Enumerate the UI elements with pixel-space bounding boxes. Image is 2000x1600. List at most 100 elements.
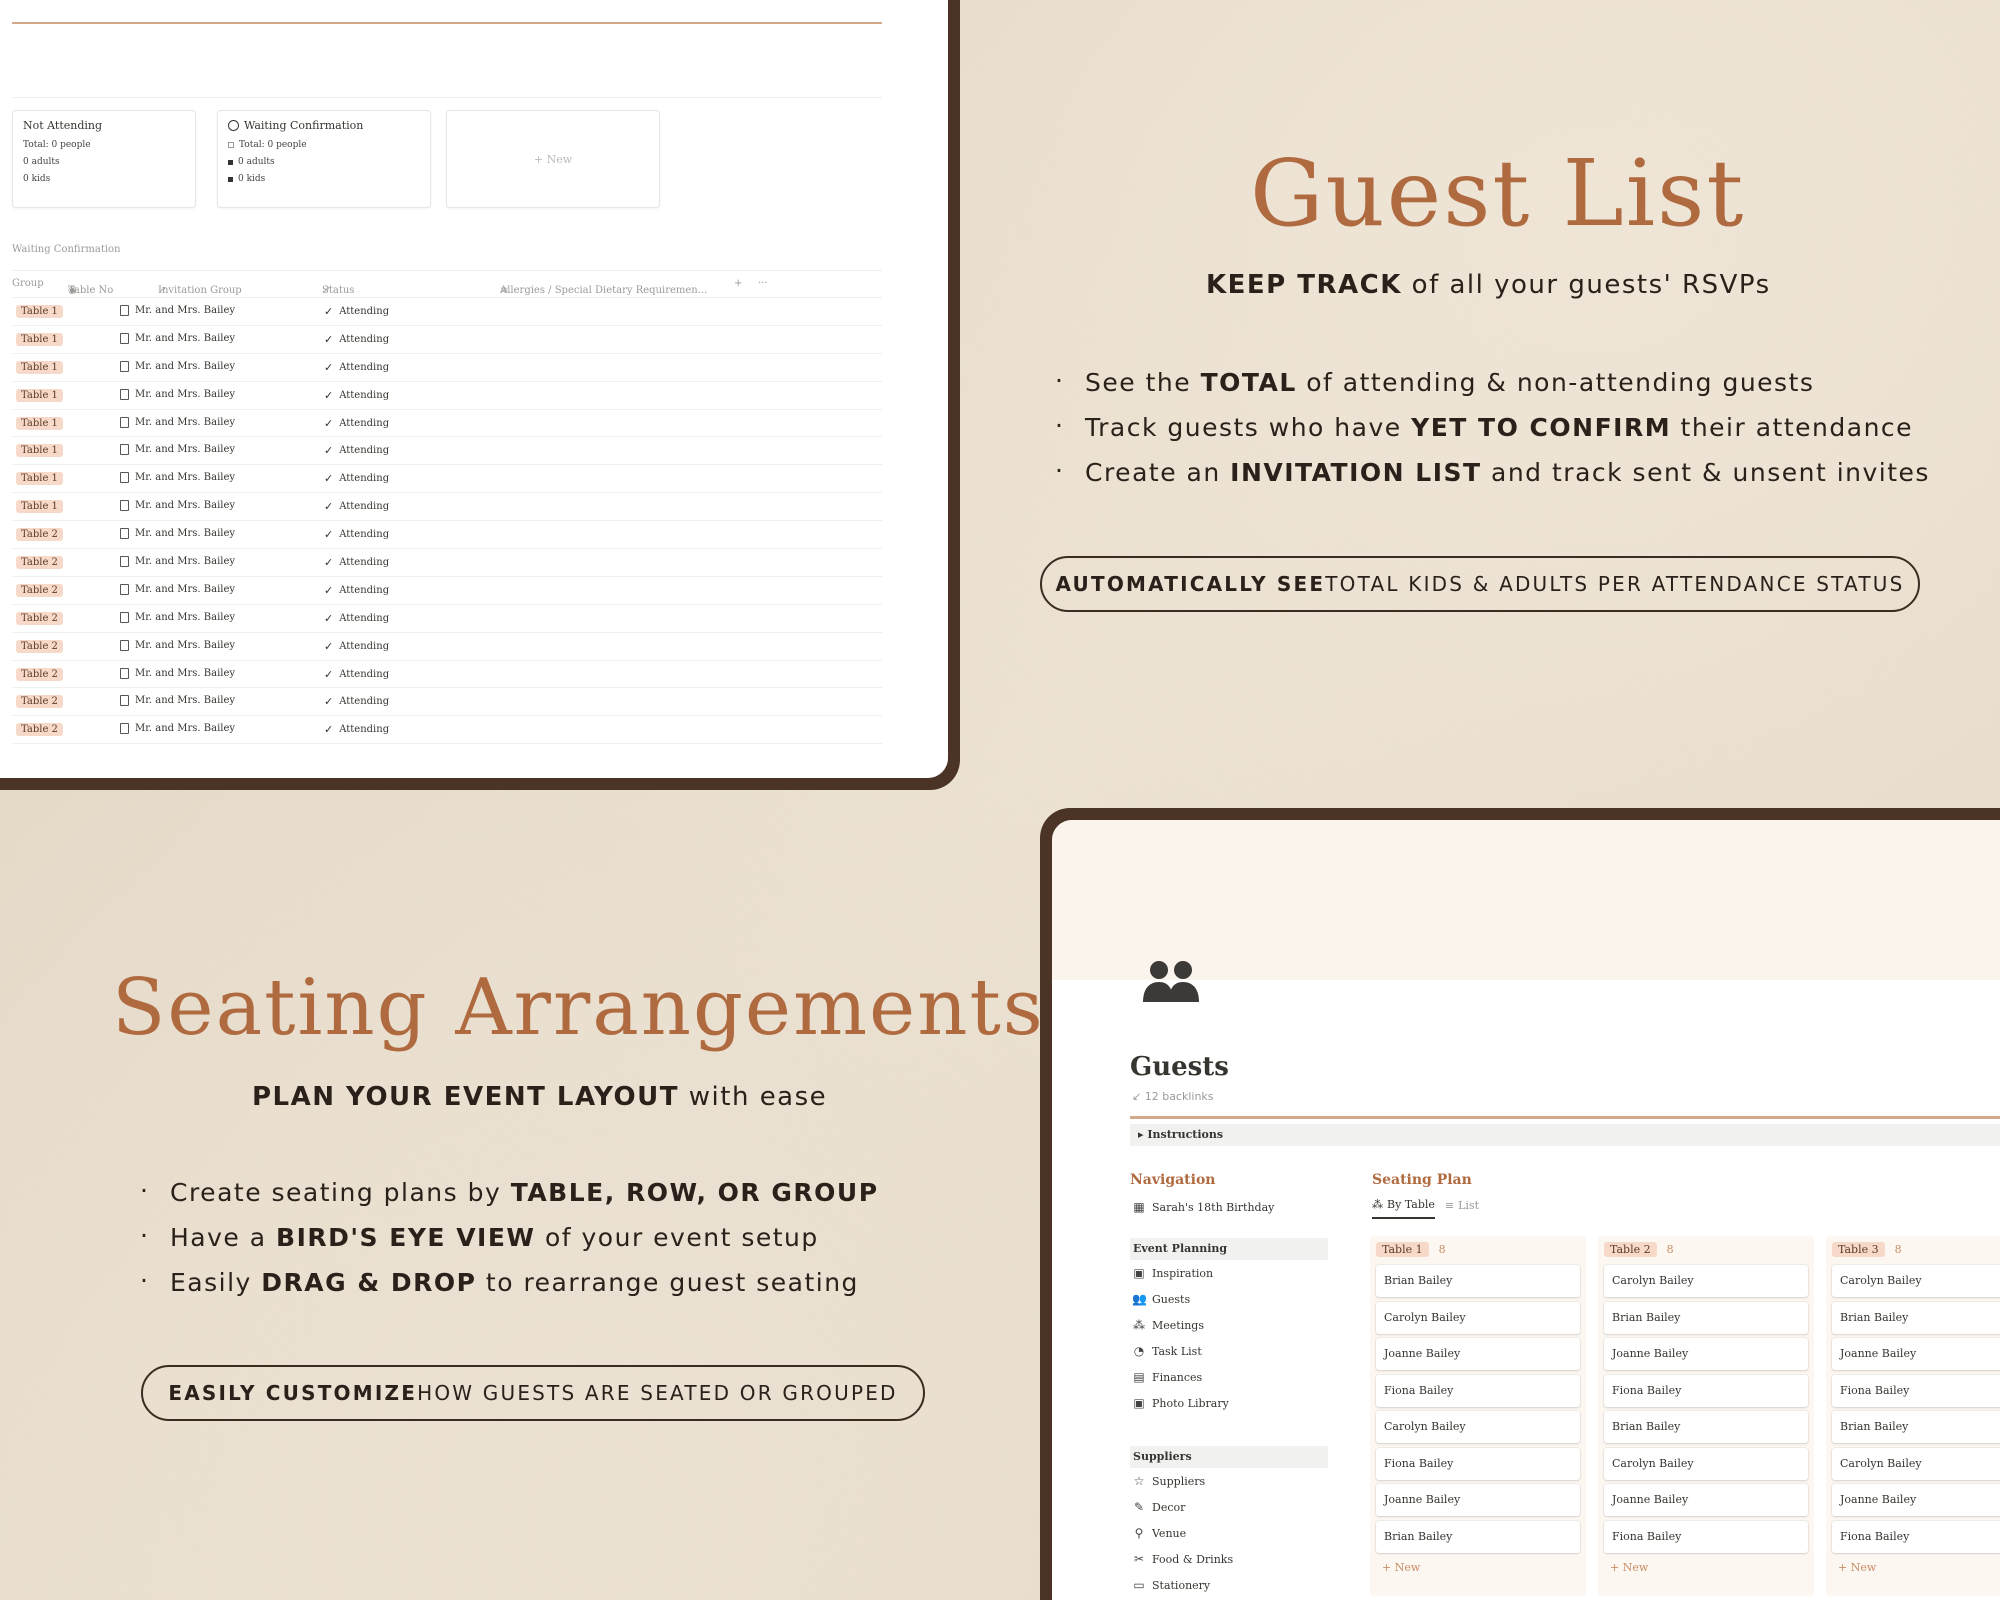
nav-item-guests[interactable]: 👥 Guests	[1132, 1292, 1190, 1306]
table-row[interactable]: Table 2 Mr. and Mrs. Bailey ✓ Attending	[12, 549, 882, 577]
nav-item-meetings[interactable]: ⁂ Meetings	[1132, 1318, 1204, 1332]
status-cell[interactable]: ✓ Attending	[324, 417, 389, 430]
guest-card[interactable]: Carolyn Bailey	[1376, 1411, 1580, 1443]
status-cell[interactable]: ✓ Attending	[324, 333, 389, 346]
status-cell[interactable]: ✓ Attending	[324, 668, 389, 681]
guest-card[interactable]: Joanne Bailey	[1376, 1338, 1580, 1370]
invitation-cell[interactable]: Mr. and Mrs. Bailey	[120, 611, 235, 623]
invitation-cell[interactable]: Mr. and Mrs. Bailey	[120, 444, 235, 456]
nav-item-venue[interactable]: ⚲ Venue	[1132, 1526, 1187, 1540]
card-not-attending[interactable]: Not Attending Total: 0 people 0 adults 0…	[12, 110, 196, 208]
add-guest-button[interactable]: + New	[1604, 1557, 1808, 1578]
guest-card[interactable]: Joanne Bailey	[1832, 1338, 2000, 1370]
new-card-button[interactable]: + New	[446, 110, 660, 208]
guest-card[interactable]: Joanne Bailey	[1604, 1338, 1808, 1370]
table-no-cell[interactable]: Table 1	[16, 444, 63, 458]
table-no-cell[interactable]: Table 1	[16, 305, 63, 318]
guest-card[interactable]: Carolyn Bailey	[1832, 1265, 2000, 1297]
invitation-cell[interactable]: Mr. and Mrs. Bailey	[120, 556, 235, 568]
table-row[interactable]: Table 1 Mr. and Mrs. Bailey ✓ Attending	[12, 326, 882, 354]
card-waiting-confirmation[interactable]: Waiting Confirmation Total: 0 people 0 a…	[217, 110, 431, 208]
table-row[interactable]: Table 1 Mr. and Mrs. Bailey ✓ Attending	[12, 437, 882, 466]
add-guest-button[interactable]: + New	[1832, 1557, 2000, 1578]
table-no-cell[interactable]: Table 2	[16, 639, 63, 653]
table-row[interactable]: Table 2 Mr. and Mrs. Bailey ✓ Attending	[12, 633, 882, 661]
add-column-button[interactable]: +	[734, 278, 742, 289]
status-cell[interactable]: ✓ Attending	[324, 556, 389, 569]
invitation-cell[interactable]: Mr. and Mrs. Bailey	[120, 500, 235, 512]
instructions-toggle[interactable]: ▸ Instructions	[1130, 1124, 2000, 1146]
nav-item-photo-library[interactable]: ▣ Photo Library	[1132, 1396, 1228, 1410]
status-cell[interactable]: ✓ Attending	[324, 528, 389, 541]
table-no-cell[interactable]: Table 2	[16, 667, 63, 681]
guest-card[interactable]: Brian Bailey	[1376, 1520, 1580, 1553]
status-cell[interactable]: ✓ Attending	[324, 361, 389, 374]
status-cell[interactable]: ✓ Attending	[324, 584, 389, 597]
invitation-cell[interactable]: Mr. and Mrs. Bailey	[120, 416, 235, 428]
guest-card[interactable]: Fiona Bailey	[1832, 1520, 2000, 1553]
invitation-cell[interactable]: Mr. and Mrs. Bailey	[120, 388, 235, 400]
table-no-cell[interactable]: Table 2	[16, 528, 63, 542]
status-cell[interactable]: ✓ Attending	[324, 640, 389, 653]
invitation-cell[interactable]: Mr. and Mrs. Bailey	[120, 723, 235, 735]
table-no-cell[interactable]: Table 1	[16, 388, 63, 402]
table-row[interactable]: Table 1 Mr. and Mrs. Bailey ✓ Attending	[12, 493, 882, 522]
table-row[interactable]: Table 1 Mr. and Mrs. Bailey ✓ Attending	[12, 298, 882, 326]
table-row[interactable]: Table 2 Mr. and Mrs. Bailey ✓ Attending	[12, 661, 882, 689]
nav-item-suppliers[interactable]: ☆ Suppliers	[1132, 1474, 1206, 1488]
table-row[interactable]: Table 1 Mr. and Mrs. Bailey ✓ Attending	[12, 354, 882, 382]
table-no-cell[interactable]: Table 1	[16, 416, 63, 430]
tab-list[interactable]: ≡ List	[1445, 1198, 1479, 1219]
invitation-cell[interactable]: Mr. and Mrs. Bailey	[120, 305, 235, 316]
column-header[interactable]: Table 1 8	[1376, 1242, 1580, 1257]
status-cell[interactable]: ✓ Attending	[324, 444, 389, 457]
nav-link-event[interactable]: ▦ Sarah's 18th Birthday	[1132, 1200, 1274, 1214]
nav-item-task-list[interactable]: ◔ Task List	[1132, 1344, 1202, 1358]
invitation-cell[interactable]: Mr. and Mrs. Bailey	[120, 332, 235, 344]
backlinks-link[interactable]: ↙ 12 backlinks	[1132, 1090, 1214, 1103]
status-cell[interactable]: ✓ Attending	[324, 695, 389, 708]
status-cell[interactable]: ✓ Attending	[324, 305, 389, 318]
guest-card[interactable]: Brian Bailey	[1832, 1301, 2000, 1334]
invitation-cell[interactable]: Mr. and Mrs. Bailey	[120, 528, 235, 540]
add-guest-button[interactable]: + New	[1376, 1557, 1580, 1578]
status-cell[interactable]: ✓ Attending	[324, 472, 389, 485]
table-row[interactable]: Table 2 Mr. and Mrs. Bailey ✓ Attending	[12, 688, 882, 717]
invitation-cell[interactable]: Mr. and Mrs. Bailey	[120, 639, 235, 651]
col-group[interactable]: Group	[12, 278, 44, 289]
guest-card[interactable]: Fiona Bailey	[1832, 1374, 2000, 1407]
invitation-cell[interactable]: Mr. and Mrs. Bailey	[120, 360, 235, 372]
table-no-cell[interactable]: Table 1	[16, 332, 63, 346]
guest-card[interactable]: Brian Bailey	[1832, 1411, 2000, 1443]
column-header[interactable]: Table 2 8	[1604, 1242, 1808, 1257]
guest-card[interactable]: Brian Bailey	[1604, 1301, 1808, 1334]
table-no-cell[interactable]: Table 2	[16, 611, 63, 625]
status-cell[interactable]: ✓ Attending	[324, 389, 389, 402]
guest-card[interactable]: Fiona Bailey	[1376, 1374, 1580, 1407]
nav-item-food-drinks[interactable]: ✂ Food & Drinks	[1132, 1552, 1233, 1566]
table-no-cell[interactable]: Table 1	[16, 500, 63, 514]
table-row[interactable]: Table 2 Mr. and Mrs. Bailey ✓ Attending	[12, 521, 882, 550]
status-cell[interactable]: ✓ Attending	[324, 612, 389, 625]
table-row[interactable]: Table 2 Mr. and Mrs. Bailey ✓ Attending	[12, 605, 882, 633]
invitation-cell[interactable]: Mr. and Mrs. Bailey	[120, 667, 235, 679]
guest-card[interactable]: Carolyn Bailey	[1376, 1301, 1580, 1334]
table-row[interactable]: Table 2 Mr. and Mrs. Bailey ✓ Attending	[12, 577, 882, 605]
table-row[interactable]: Table 1 Mr. and Mrs. Bailey ✓ Attending	[12, 382, 882, 410]
guest-card[interactable]: Fiona Bailey	[1376, 1447, 1580, 1480]
guest-card[interactable]: Fiona Bailey	[1604, 1374, 1808, 1407]
guest-card[interactable]: Joanne Bailey	[1604, 1484, 1808, 1516]
guest-card[interactable]: Carolyn Bailey	[1604, 1447, 1808, 1480]
table-no-cell[interactable]: Table 2	[16, 583, 63, 597]
guest-card[interactable]: Fiona Bailey	[1604, 1520, 1808, 1553]
guest-card[interactable]: Joanne Bailey	[1376, 1484, 1580, 1516]
table-row[interactable]: Table 1 Mr. and Mrs. Bailey ✓ Attending	[12, 465, 882, 494]
table-no-cell[interactable]: Table 2	[16, 556, 63, 570]
invitation-cell[interactable]: Mr. and Mrs. Bailey	[120, 472, 235, 484]
nav-item-stationery[interactable]: ▭ Stationery	[1132, 1578, 1210, 1592]
guest-card[interactable]: Brian Bailey	[1376, 1265, 1580, 1297]
table-row[interactable]: Table 2 Mr. and Mrs. Bailey ✓ Attending	[12, 716, 882, 745]
table-no-cell[interactable]: Table 2	[16, 723, 63, 737]
guest-card[interactable]: Carolyn Bailey	[1604, 1265, 1808, 1297]
guest-card[interactable]: Brian Bailey	[1604, 1411, 1808, 1443]
